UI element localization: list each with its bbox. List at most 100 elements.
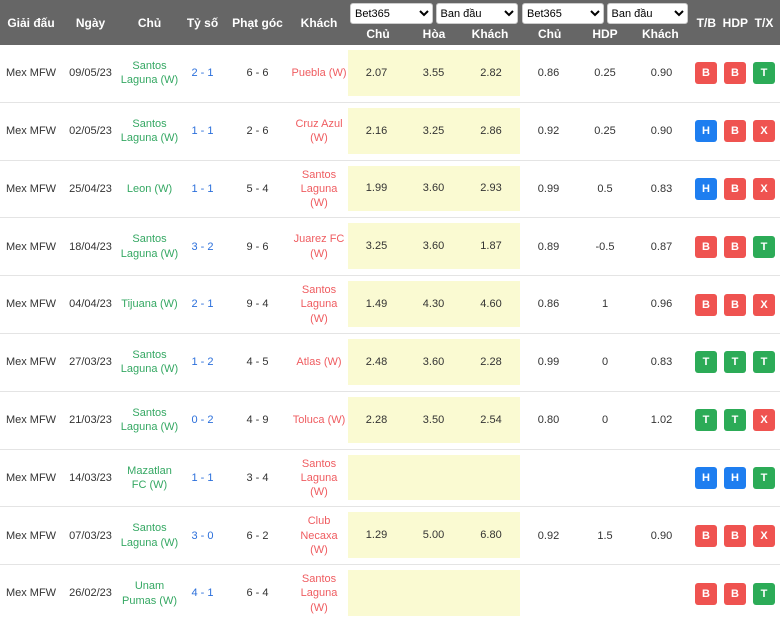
subcol-hdp-away: Khách xyxy=(641,27,679,41)
result-badge-tx: X xyxy=(753,177,775,200)
ah-away-odds: 1.02 xyxy=(650,414,673,427)
table-row: Mex MFW 25/04/23 Leon (W) 1 - 1 5 - 4 Sa… xyxy=(0,160,780,219)
line-select-1x2[interactable]: Ban đầu xyxy=(435,3,518,24)
away-team-name: Santos Laguna (W) xyxy=(300,573,338,614)
result-badge-tb: B xyxy=(695,62,717,85)
odds-draw-initial: 3.55 xyxy=(405,50,462,96)
odds-away-initial: 2.28 xyxy=(462,338,520,385)
ah-handicap: 0.25 xyxy=(594,125,616,138)
odds-away-initial: 2.82 xyxy=(462,50,520,96)
odds-home-initial: 3.25 xyxy=(348,223,405,270)
score-link[interactable]: 2 - 1 xyxy=(180,45,225,102)
col-header-corners: Phạt góc xyxy=(232,15,283,30)
ah-away-odds xyxy=(633,565,690,622)
league-cell: Mex MFW xyxy=(5,414,57,427)
ah-away-odds: 0.87 xyxy=(650,240,673,253)
odds-draw-initial xyxy=(405,570,462,616)
line-select-hdp[interactable]: Ban đầu xyxy=(606,3,688,24)
col-header-league: Giải đấu xyxy=(7,15,55,30)
ah-handicap: -0.5 xyxy=(595,240,615,253)
ah-away-odds xyxy=(633,450,690,507)
score-link[interactable]: 1 - 1 xyxy=(180,103,225,160)
col-header-away: Khách xyxy=(300,15,338,30)
table-row: Mex MFW 21/03/23 Santos Laguna (W) 0 - 2… xyxy=(0,391,780,450)
result-badges: T T T xyxy=(690,334,780,391)
result-badge-tb: H xyxy=(695,466,717,489)
bookmaker-select-hdp[interactable]: Bet365 xyxy=(522,3,604,24)
away-team-name: Santos Laguna (W) xyxy=(300,457,338,499)
odds-away-initial xyxy=(462,454,520,501)
odds-home-initial: 1.99 xyxy=(348,165,405,212)
result-badge-hdp: B xyxy=(724,582,746,605)
ah-handicap: 0.25 xyxy=(594,67,616,80)
result-badge-hdp: B xyxy=(724,62,746,85)
ah-home-odds: 0.92 xyxy=(537,125,560,138)
corners-score: 4 - 9 xyxy=(246,414,269,427)
away-team-name: Club Necaxa (W) xyxy=(300,515,338,556)
score-link[interactable]: 2 - 1 xyxy=(180,276,225,333)
score-link[interactable]: 4 - 1 xyxy=(180,565,225,622)
away-team-name: Toluca (W) xyxy=(292,414,346,427)
ah-home-odds: 0.80 xyxy=(537,414,560,427)
ah-away-odds: 0.83 xyxy=(650,356,673,369)
result-badge-tx: T xyxy=(753,466,775,489)
result-columns-header: T/B HDP T/X xyxy=(690,0,780,45)
score-link[interactable]: 3 - 2 xyxy=(180,218,225,275)
match-date: 26/02/23 xyxy=(69,587,112,600)
result-badge-hdp: B xyxy=(724,177,746,200)
corners-score: 9 - 4 xyxy=(246,298,269,311)
league-cell: Mex MFW xyxy=(5,182,57,195)
league-cell: Mex MFW xyxy=(5,240,57,253)
league-cell: Mex MFW xyxy=(5,125,57,138)
ah-home-odds xyxy=(520,450,577,507)
result-badge-tb: B xyxy=(695,582,717,605)
result-badge-tx: T xyxy=(753,235,775,258)
ah-handicap: 0 xyxy=(601,356,609,369)
home-team-name: Santos Laguna (W) xyxy=(120,522,179,549)
score-link[interactable]: 1 - 1 xyxy=(180,450,225,507)
ah-handicap xyxy=(577,450,633,507)
league-cell: Mex MFW xyxy=(5,587,57,600)
result-badge-tb: B xyxy=(695,524,717,547)
table-row: Mex MFW 04/04/23 Tijuana (W) 2 - 1 9 - 4… xyxy=(0,276,780,334)
score-link[interactable]: 0 - 2 xyxy=(180,392,225,449)
ah-home-odds: 0.86 xyxy=(537,298,560,311)
result-badge-hdp: T xyxy=(724,351,746,374)
table-row: Mex MFW 14/03/23 Mazatlan FC (W) 1 - 1 3… xyxy=(0,449,780,508)
corners-score: 4 - 5 xyxy=(246,356,269,369)
corners-score: 6 - 4 xyxy=(246,587,269,600)
match-date: 18/04/23 xyxy=(69,240,112,253)
league-cell: Mex MFW xyxy=(5,67,57,80)
table-header: Giải đấu Ngày Chủ Tỷ số Phạt góc Khách B… xyxy=(0,0,780,45)
result-badge-hdp: B xyxy=(724,524,746,547)
result-badges: H B X xyxy=(690,103,780,160)
subcol-1x2-home: Chủ xyxy=(366,27,390,41)
away-team-name: Cruz Azul (W) xyxy=(295,117,343,145)
corners-score: 5 - 4 xyxy=(246,182,269,195)
home-team-name: Leon (W) xyxy=(126,182,173,195)
home-team-name: Santos Laguna (W) xyxy=(120,406,179,434)
odds-draw-initial: 4.30 xyxy=(405,281,462,327)
corners-score: 6 - 6 xyxy=(246,67,269,80)
home-team-name: Tijuana (W) xyxy=(121,298,178,311)
result-badges: B B X xyxy=(690,507,780,564)
match-date: 21/03/23 xyxy=(69,414,112,427)
table-row: Mex MFW 02/05/23 Santos Laguna (W) 1 - 1… xyxy=(0,102,780,161)
score-link[interactable]: 3 - 0 xyxy=(180,507,225,564)
result-badges: B B T xyxy=(690,218,780,275)
ah-handicap: 1 xyxy=(601,298,609,311)
score-link[interactable]: 1 - 1 xyxy=(180,161,225,218)
ah-handicap xyxy=(577,565,633,622)
bookmaker-select-1x2[interactable]: Bet365 xyxy=(350,3,433,24)
score-link[interactable]: 1 - 2 xyxy=(180,334,225,391)
home-team-name: Santos Laguna (W) xyxy=(120,349,179,376)
odds-home-initial xyxy=(348,570,405,616)
corners-score: 2 - 6 xyxy=(246,125,269,138)
match-history-table: Giải đấu Ngày Chủ Tỷ số Phạt góc Khách B… xyxy=(0,0,780,622)
result-badge-tx: T xyxy=(753,582,775,605)
match-date: 04/04/23 xyxy=(69,298,112,311)
result-badge-tx: X xyxy=(753,120,775,143)
ah-away-odds: 0.90 xyxy=(650,125,673,138)
ah-home-odds: 0.92 xyxy=(537,529,560,542)
league-cell: Mex MFW xyxy=(5,471,57,484)
